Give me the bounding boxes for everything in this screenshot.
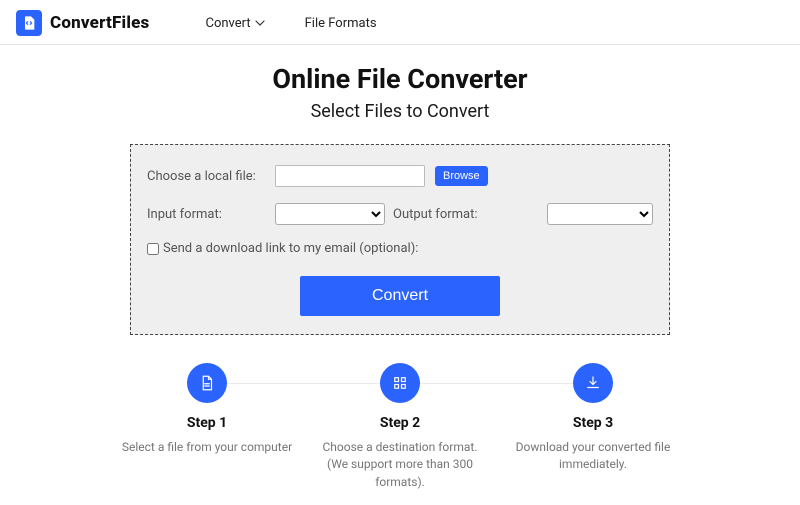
file-icon: [187, 363, 227, 403]
step-3-title: Step 3: [497, 415, 690, 431]
input-format-label: Input format:: [147, 207, 269, 222]
step-1-title: Step 1: [111, 415, 304, 431]
output-format-select[interactable]: [547, 203, 653, 225]
email-option-label: Send a download link to my email (option…: [163, 241, 418, 256]
output-format-label: Output format:: [393, 207, 478, 222]
nav-file-formats-label: File Formats: [305, 16, 377, 31]
primary-nav: Convert File Formats: [205, 16, 376, 31]
top-header: ConvertFiles Convert File Formats: [0, 0, 800, 45]
download-icon: [573, 363, 613, 403]
nav-convert-label: Convert: [205, 16, 250, 31]
brand-name: ConvertFiles: [50, 13, 149, 33]
browse-button[interactable]: Browse: [435, 166, 488, 186]
converter-panel: Choose a local file: Browse Input format…: [130, 144, 670, 335]
grid-icon: [380, 363, 420, 403]
nav-convert[interactable]: Convert: [205, 16, 264, 31]
page-subtitle: Select Files to Convert: [0, 101, 800, 122]
steps-row: Step 1 Select a file from your computer …: [110, 363, 690, 491]
choose-file-label: Choose a local file:: [147, 169, 269, 184]
step-3: Step 3 Download your converted file imme…: [497, 363, 690, 491]
step-2-desc: Choose a destination format. (We support…: [304, 439, 497, 491]
local-file-input[interactable]: [275, 165, 425, 187]
step-1-desc: Select a file from your computer: [111, 439, 304, 456]
nav-file-formats[interactable]: File Formats: [305, 16, 377, 31]
step-2: Step 2 Choose a destination format. (We …: [304, 363, 497, 491]
email-checkbox[interactable]: [147, 243, 159, 255]
main-content: Online File Converter Select Files to Co…: [0, 45, 800, 491]
convert-button[interactable]: Convert: [300, 276, 500, 316]
step-2-title: Step 2: [304, 415, 497, 431]
chevron-down-icon: [255, 18, 265, 28]
input-format-select[interactable]: [275, 203, 385, 225]
email-option-row: Send a download link to my email (option…: [147, 241, 653, 256]
format-row: Input format: Output format:: [147, 203, 653, 225]
brand-logo[interactable]: ConvertFiles: [16, 10, 149, 36]
step-1: Step 1 Select a file from your computer: [111, 363, 304, 491]
step-3-desc: Download your converted file immediately…: [497, 439, 690, 474]
choose-file-row: Choose a local file: Browse: [147, 165, 653, 187]
page-title: Online File Converter: [0, 63, 800, 95]
logo-icon: [16, 10, 42, 36]
